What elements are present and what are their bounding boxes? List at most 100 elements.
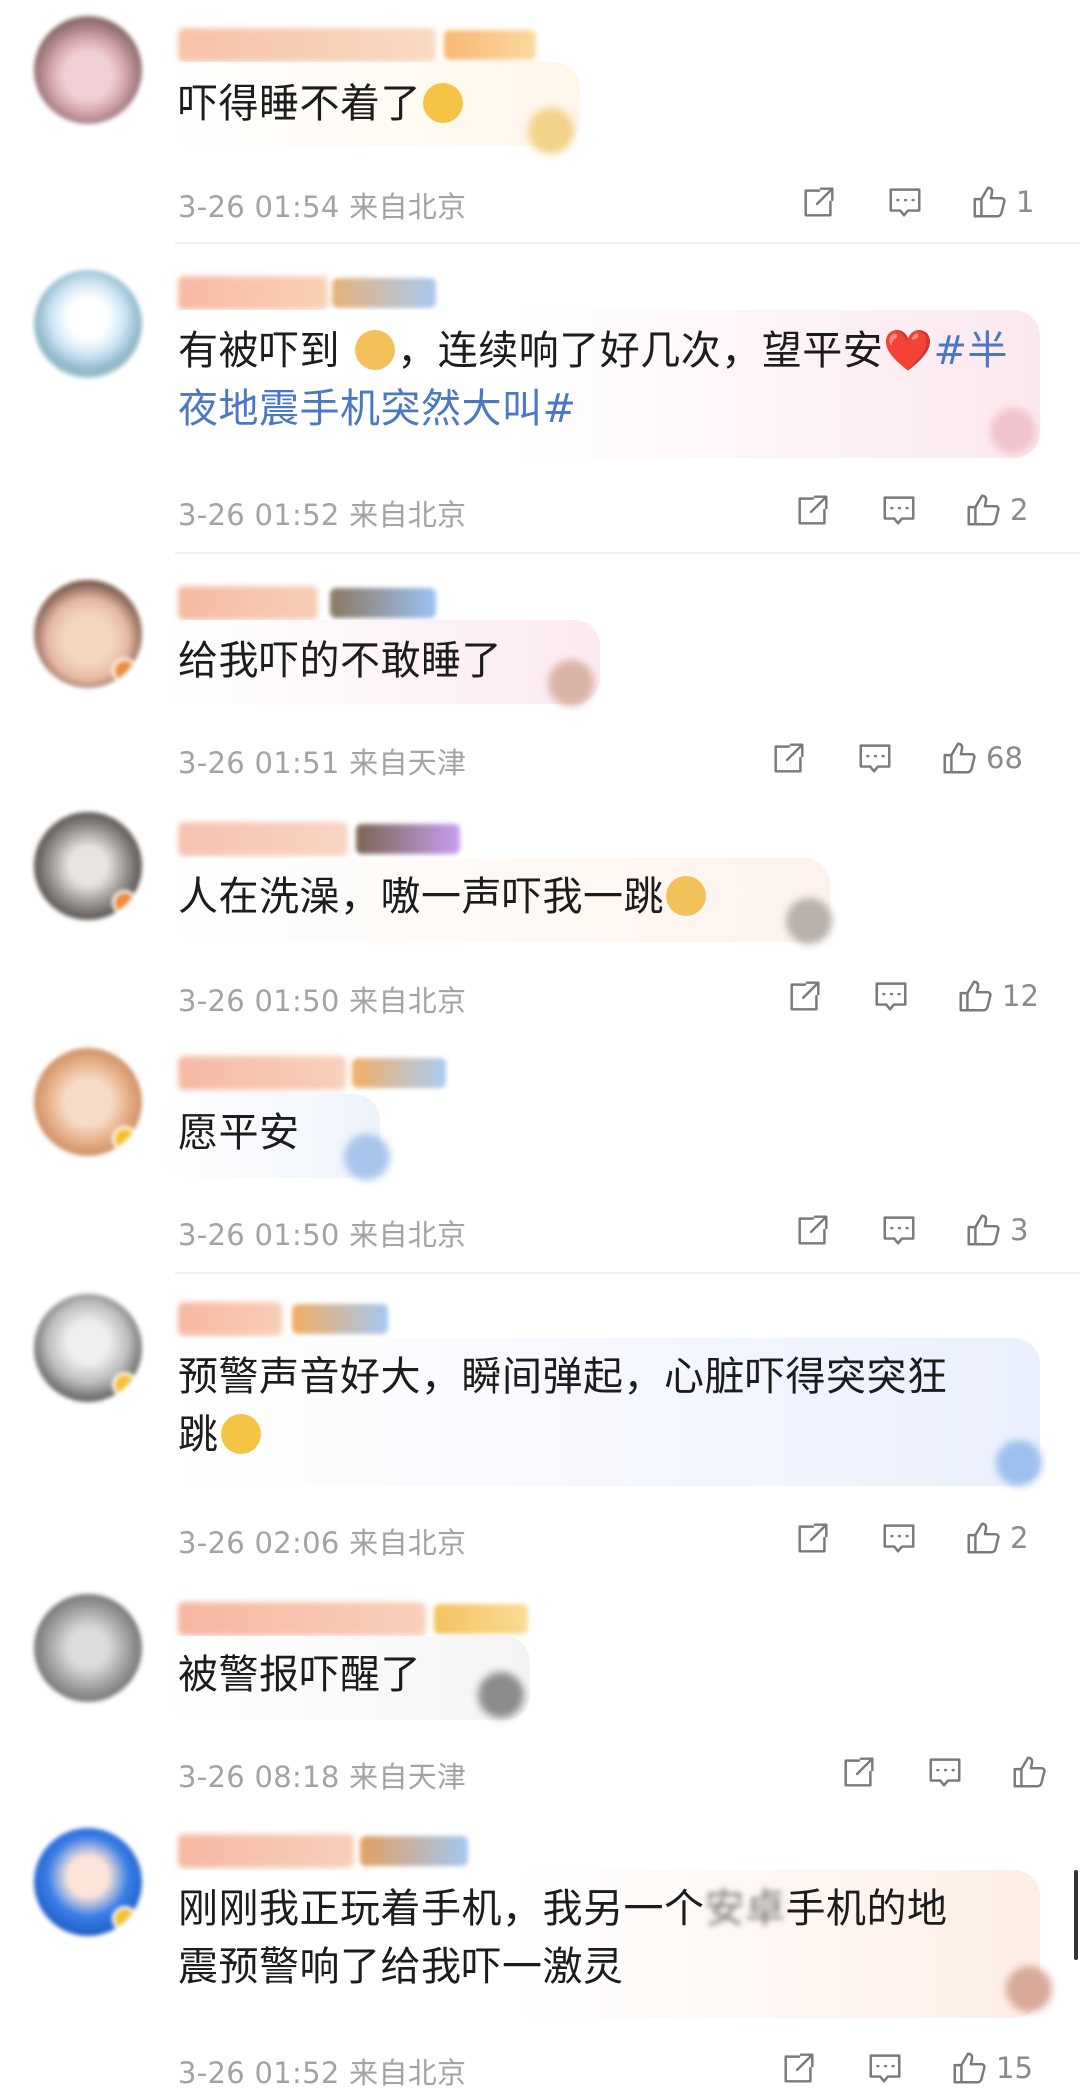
like-count: 3 [1010,1213,1029,1247]
comment-icon [883,496,915,525]
fan-medal-badge[interactable] [332,278,436,308]
fan-medal-badge[interactable] [356,824,460,854]
like-button[interactable]: 1 [970,180,1034,224]
fan-medal-badge[interactable] [434,1604,528,1634]
share-icon [844,1757,874,1787]
location: 来自北京 [349,984,467,1018]
like-button[interactable]: 2 [964,488,1028,532]
like-icon [973,186,1006,218]
share-button[interactable] [786,974,824,1018]
comment-icon [883,1216,915,1245]
comment-meta: 3-26 01:54 来自北京 [178,184,466,226]
location: 来自北京 [349,2056,467,2090]
fan-medal-badge[interactable] [330,588,436,618]
share-button[interactable] [770,736,808,780]
reply-button[interactable] [886,180,924,224]
comment-meta: 3-26 01:52 来自北京 [178,2050,466,2092]
like-button[interactable] [1010,1750,1056,1794]
avatar[interactable] [34,1828,142,1936]
comment-icon [929,1758,961,1787]
share-button[interactable] [794,488,832,532]
bubble-decoration [548,660,594,706]
avatar[interactable] [34,1294,142,1402]
reply-button[interactable] [866,2046,904,2090]
comment-icon [859,744,891,773]
reply-button[interactable] [856,736,894,780]
fan-medal-badge[interactable] [444,30,536,60]
share-icon [774,743,804,773]
like-button[interactable]: 68 [940,736,1023,780]
username[interactable] [178,822,348,856]
username[interactable] [178,276,328,310]
share-button[interactable] [840,1750,878,1794]
comment-text: 被警报吓醒了 [178,1652,421,1698]
avatar[interactable] [34,580,142,688]
timestamp: 3-26 08:18 [178,1760,340,1794]
comment-icon [869,2054,901,2083]
share-button[interactable] [800,180,838,224]
like-button[interactable]: 15 [950,2046,1033,2090]
slipping-emoji [666,876,706,916]
crying-emoji [423,83,463,123]
divider [175,1272,1080,1274]
like-button[interactable]: 3 [964,1208,1028,1252]
username[interactable] [178,28,436,62]
comment-text: 吓得睡不着了 [178,75,465,133]
location: 来自北京 [349,190,467,224]
location: 来自天津 [349,1760,467,1794]
reply-button[interactable] [872,974,910,1018]
username[interactable] [178,586,318,620]
timestamp: 3-26 01:52 [178,498,340,532]
comment-meta: 3-26 01:51 来自天津 [178,740,466,782]
username[interactable] [178,1834,354,1868]
comment-actions: 2 [794,1516,1080,1560]
avatar[interactable] [34,812,142,920]
fan-medal-badge[interactable] [352,1058,446,1088]
reply-button[interactable] [926,1750,964,1794]
reply-button[interactable] [880,1208,918,1252]
comment-icon [875,982,907,1011]
comment-meta: 3-26 01:52 来自北京 [178,492,466,534]
fan-medal-badge[interactable] [360,1836,468,1866]
divider [175,552,1080,554]
like-count: 15 [996,2051,1033,2085]
comment-actions: 3 [794,1208,1080,1252]
share-icon [798,1215,828,1245]
location: 来自北京 [349,1526,467,1560]
like-icon [967,1214,1000,1246]
bubble-decoration [528,108,574,154]
comment-text: 预警声音好大，瞬间弹起，心脏吓得突突狂 跳 [178,1354,948,1458]
share-icon [784,2053,814,2083]
username[interactable] [178,1302,282,1336]
comment-actions [840,1750,1080,1794]
like-button[interactable]: 12 [956,974,1039,1018]
scrollbar[interactable] [1074,1870,1078,1960]
comment-icon [883,1524,915,1553]
bubble-decoration [786,898,832,944]
like-count: 2 [1010,1521,1029,1555]
reply-button[interactable] [880,1516,918,1560]
divider [175,242,1080,244]
avatar[interactable] [34,1594,142,1702]
blurred-word: 安卓 [704,1886,786,1932]
comment-text: 刚刚我正玩着手机，我另一个安卓手机的地 震预警响了给我吓一激灵 [178,1886,948,1990]
comment-meta: 3-26 01:50 来自北京 [178,978,466,1020]
share-icon [798,495,828,525]
comment-actions: 68 [770,736,1080,780]
fan-medal-badge[interactable] [292,1304,388,1334]
avatar[interactable] [34,1048,142,1156]
location: 来自北京 [349,498,467,532]
avatar[interactable] [34,16,142,124]
like-button[interactable]: 2 [964,1516,1028,1560]
share-icon [790,981,820,1011]
comment-actions: 15 [780,2046,1080,2090]
username[interactable] [178,1602,426,1636]
share-button[interactable] [780,2046,818,2090]
like-icon [943,742,976,774]
username[interactable] [178,1056,346,1090]
avatar[interactable] [34,270,142,378]
reply-button[interactable] [880,488,918,532]
comment-actions: 1 [800,180,1080,224]
share-button[interactable] [794,1208,832,1252]
share-button[interactable] [794,1516,832,1560]
